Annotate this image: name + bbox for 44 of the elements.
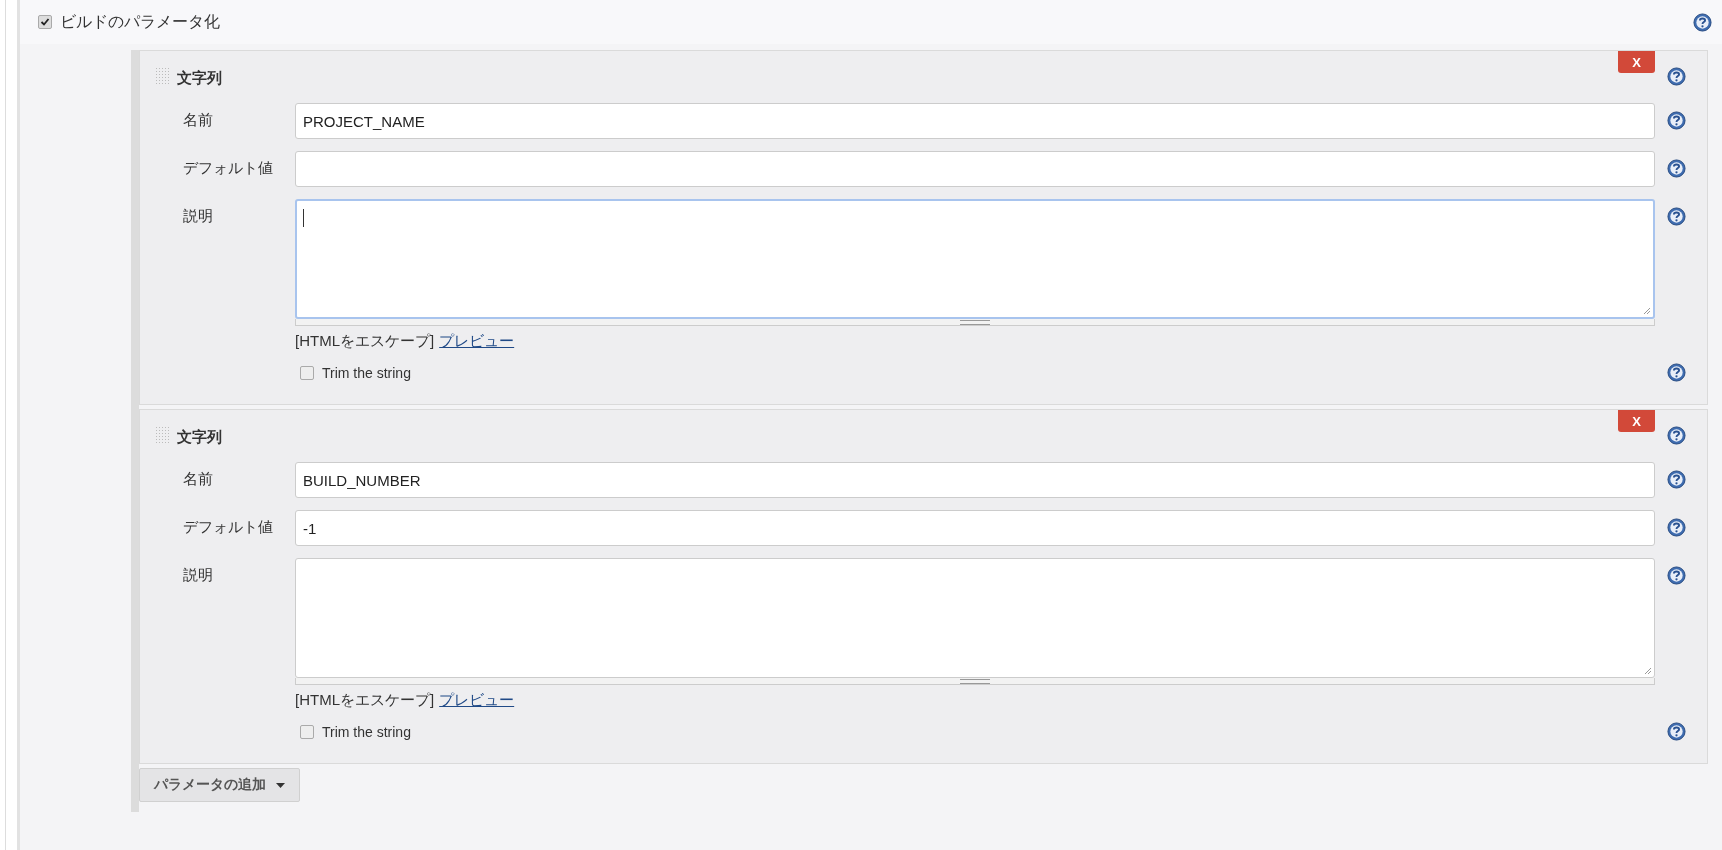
text-field[interactable]: BUILD_NUMBER [295, 462, 1655, 498]
escape-note: [HTMLをエスケープ] [295, 332, 435, 351]
help-icon[interactable] [1667, 566, 1686, 585]
field-label: 名前 [182, 110, 214, 130]
help-icon[interactable] [1667, 518, 1686, 537]
section-label: ビルドのパラメータ化 [60, 11, 221, 32]
text-cursor [303, 209, 304, 227]
checkbox-label: Trim the string [322, 364, 411, 381]
resize-grip-icon[interactable] [1643, 307, 1651, 315]
resize-handle[interactable] [295, 678, 1655, 685]
resize-handle[interactable] [295, 319, 1655, 326]
escape-note: [HTMLをエスケープ] [295, 691, 435, 710]
preview-link[interactable]: プレビュー [439, 332, 515, 351]
help-icon[interactable] [1667, 67, 1686, 86]
checkbox[interactable] [38, 15, 52, 29]
resize-grip-icon[interactable] [1644, 667, 1652, 675]
help-icon[interactable] [1667, 207, 1686, 226]
parameter-type: 文字列 [177, 428, 223, 447]
help-icon[interactable] [1667, 159, 1686, 178]
checkbox[interactable] [300, 724, 314, 739]
field-label: デフォルト値 [182, 158, 274, 178]
field-label: 説明 [182, 565, 214, 585]
checkbox[interactable] [300, 365, 314, 380]
add-parameter-button[interactable]: パラメータの追加 [139, 768, 300, 802]
help-icon[interactable] [1693, 12, 1712, 32]
description-field[interactable] [295, 558, 1655, 678]
help-icon[interactable] [1667, 426, 1686, 445]
help-icon[interactable] [1667, 111, 1686, 130]
preview-link[interactable]: プレビュー [439, 691, 515, 710]
description-field[interactable] [295, 199, 1655, 319]
help-icon[interactable] [1667, 363, 1686, 382]
help-icon[interactable] [1667, 722, 1686, 741]
field-label: デフォルト値 [182, 517, 274, 537]
checkbox-label: Trim the string [322, 723, 411, 740]
text-field[interactable] [295, 151, 1655, 187]
delete-button[interactable]: X [1618, 410, 1655, 432]
text-field[interactable]: PROJECT_NAME [295, 103, 1655, 139]
delete-button[interactable]: X [1618, 51, 1655, 73]
caret-icon [276, 782, 285, 788]
text-field[interactable]: -1 [295, 510, 1655, 546]
field-label: 説明 [182, 206, 214, 226]
field-label: 名前 [182, 469, 214, 489]
help-icon[interactable] [1667, 470, 1686, 489]
parameter-type: 文字列 [177, 69, 223, 88]
